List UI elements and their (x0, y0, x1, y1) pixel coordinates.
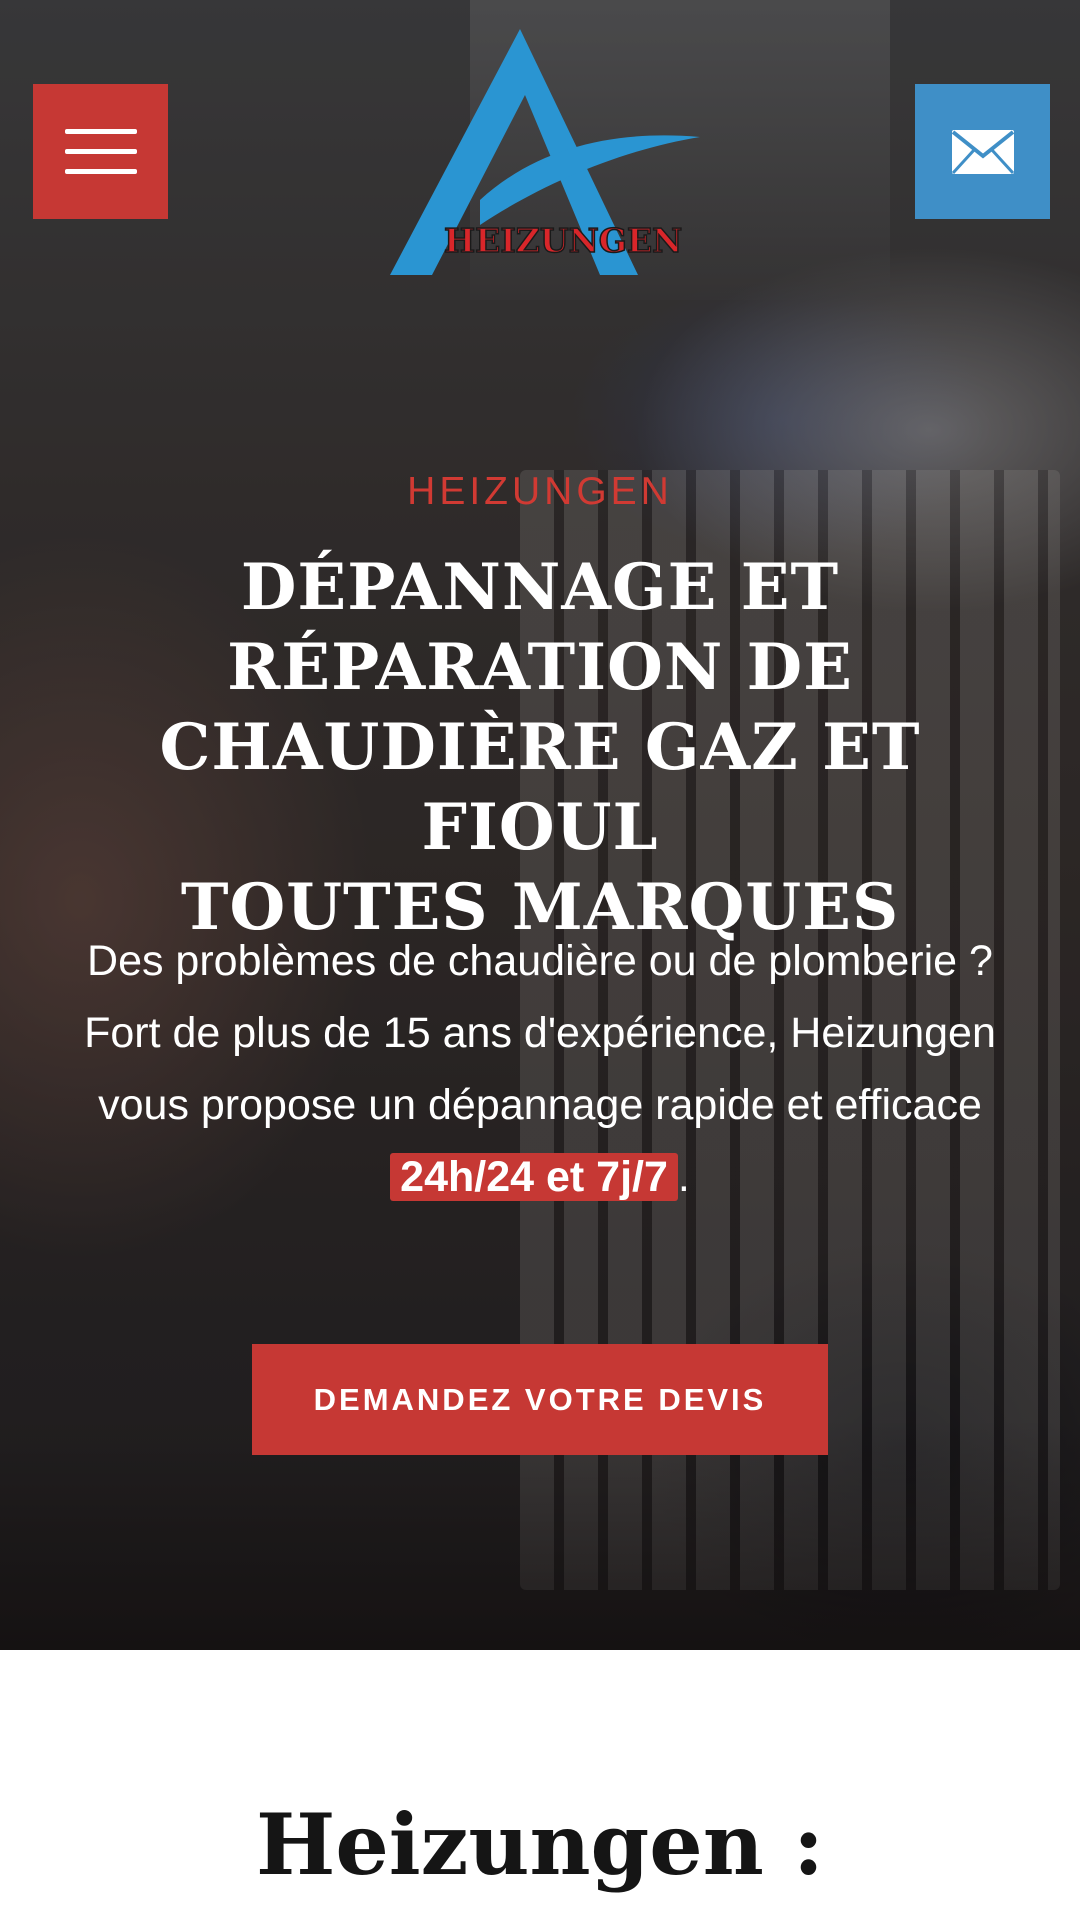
hamburger-menu-icon (64, 169, 137, 174)
hamburger-menu-icon (64, 149, 137, 154)
hero-title-line: DÉPANNAGE ET (240, 550, 840, 625)
availability-highlight: 24h/24 et 7j/7 (390, 1153, 678, 1201)
site-logo[interactable]: HEIZUNGEN (370, 25, 710, 285)
hero-title-line: CHAUDIÈRE GAZ ET FIOUL (159, 710, 921, 865)
hamburger-menu-icon (64, 129, 137, 134)
hero-title: DÉPANNAGE ET RÉPARATION DE CHAUDIÈRE GAZ… (40, 548, 1040, 948)
hero-description-end: . (677, 1153, 690, 1201)
menu-button[interactable] (33, 84, 168, 219)
hero-description-text: Des problèmes de chaudière ou de plomber… (84, 937, 996, 1129)
envelope-icon (951, 129, 1014, 174)
hero-description: Des problèmes de chaudière ou de plomber… (70, 925, 1010, 1213)
section-title: Heizungen : (255, 1795, 825, 1894)
mail-button[interactable] (915, 84, 1050, 219)
hero-eyebrow: HEIZUNGEN (407, 470, 673, 513)
hero-section: HEIZUNGEN HEIZUNGEN DÉPANNAGE ET RÉPARAT… (0, 0, 1080, 1650)
logo-text: HEIZUNGEN (443, 220, 683, 261)
request-quote-button[interactable]: DEMANDEZ VOTRE DEVIS (252, 1344, 828, 1455)
hero-title-line: RÉPARATION DE (227, 630, 853, 705)
